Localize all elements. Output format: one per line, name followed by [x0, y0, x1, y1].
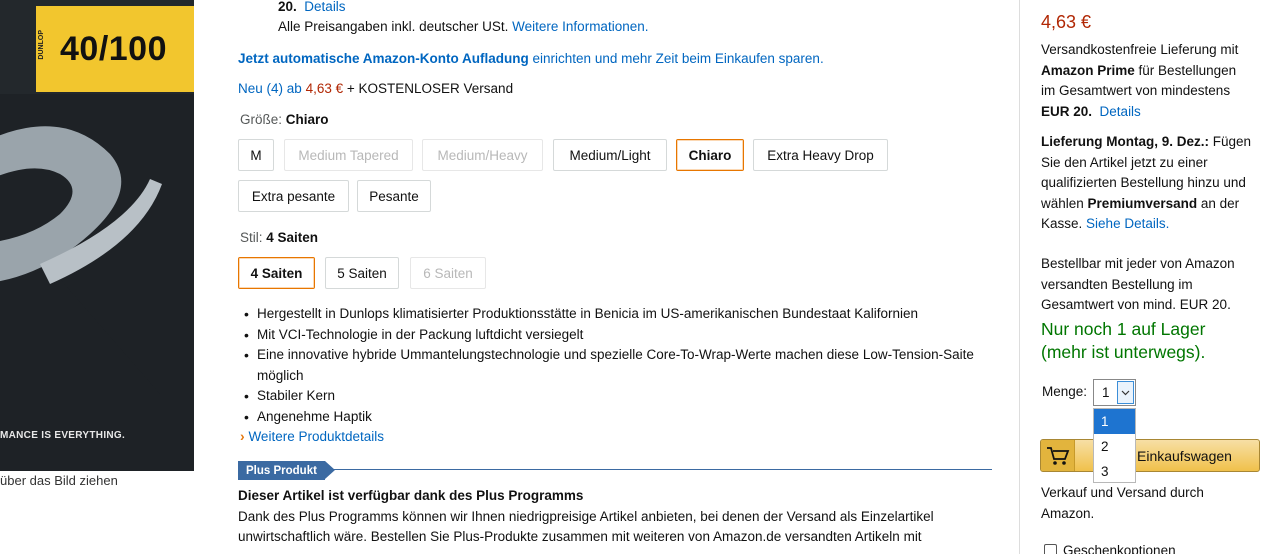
- reload-promo: Jetzt automatische Amazon-Konto Aufladun…: [238, 51, 824, 66]
- style-selected: 4 Saiten: [266, 230, 319, 245]
- delivery-line: Kasse. Siehe Details.: [1041, 216, 1170, 231]
- size-option-extra-pesante[interactable]: Extra pesante: [238, 180, 349, 212]
- size-option-medium-heavy[interactable]: Medium/Heavy: [422, 139, 543, 171]
- product-image[interactable]: DUNLOP 40/100 MANCE IS EVERYTHING.: [0, 0, 194, 471]
- chevron-down-icon[interactable]: [1117, 381, 1134, 404]
- cart-icon: [1041, 440, 1075, 471]
- shipping-info: Versandkostenfreie Lieferung mit Amazon …: [1041, 40, 1269, 122]
- quantity-option-2[interactable]: 2: [1094, 434, 1135, 459]
- gift-options-label: Geschenkoptionen: [1063, 543, 1176, 554]
- feature-bullet: Stabiler Kern: [238, 386, 998, 407]
- seller-info: Verkauf und Versand durch Amazon.: [1041, 485, 1204, 521]
- size-option-extra-heavy-drop[interactable]: Extra Heavy Drop: [753, 139, 888, 171]
- chevron-right-icon: ›: [240, 428, 245, 444]
- quantity-label: Menge:: [1042, 384, 1088, 399]
- feature-bullet: Hergestellt in Dunlops klimatisierter Pr…: [238, 304, 998, 325]
- size-option-chiaro[interactable]: Chiaro: [676, 139, 744, 171]
- delivery-details-link[interactable]: Siehe Details.: [1086, 216, 1169, 231]
- new-offers-price: 4,63 €: [305, 81, 344, 96]
- quantity-option-3[interactable]: 3: [1094, 459, 1135, 484]
- new-offers-shipping: + KOSTENLOSER Versand: [346, 81, 514, 96]
- shipping-line: im Gesamtwert von mindestens: [1041, 83, 1231, 98]
- size-option-pesante[interactable]: Pesante: [357, 180, 431, 212]
- threshold-details-link[interactable]: Details: [304, 0, 345, 14]
- shipping-details-link[interactable]: Details: [1100, 104, 1141, 119]
- size-option-medium-tapered[interactable]: Medium Tapered: [284, 139, 413, 171]
- reload-link[interactable]: Jetzt automatische Amazon-Konto Aufladun…: [238, 51, 529, 66]
- vat-line: Alle Preisangaben inkl. deutscher USt. W…: [278, 19, 648, 34]
- vat-info-link[interactable]: Weitere Informationen.: [512, 19, 648, 34]
- plus-body-line2: unwirtschaftlich wäre. Bestellen Sie Plu…: [238, 529, 922, 544]
- quantity-dropdown: 1 2 3: [1093, 408, 1136, 483]
- shipping-line: EUR 20. Details: [1041, 103, 1141, 119]
- shipping-line: Amazon Prime für Bestellungen: [1041, 62, 1237, 78]
- price-threshold-line: 20. Details: [278, 0, 346, 14]
- size-heading: Größe: Chiaro: [240, 112, 329, 127]
- style-option-6-saiten[interactable]: 6 Saiten: [410, 257, 486, 289]
- plus-divider: [330, 469, 992, 470]
- image-zoom-hint: über das Bild ziehen: [0, 473, 118, 488]
- delivery-line: wählen Premiumversand an der: [1041, 195, 1240, 211]
- new-offers-link[interactable]: Neu (4) ab: [238, 81, 302, 96]
- product-slogan: MANCE IS EVERYTHING.: [0, 430, 126, 441]
- feature-bullets: Hergestellt in Dunlops klimatisierter Pr…: [238, 304, 998, 427]
- new-offers-line: Neu (4) ab 4,63 € + KOSTENLOSER Versand: [238, 81, 513, 96]
- vat-text: Alle Preisangaben inkl. deutscher USt.: [278, 19, 509, 34]
- buybox-price: 4,63 €: [1041, 12, 1092, 32]
- plus-heading: Dieser Artikel ist verfügbar dank des Pl…: [238, 488, 584, 503]
- product-logo-shape: [0, 126, 162, 454]
- size-option-medium-light[interactable]: Medium/Light: [553, 139, 667, 171]
- size-selected: Chiaro: [285, 112, 329, 127]
- feature-bullet: Angenehme Haptik: [238, 407, 998, 428]
- availability-line: Gesamtwert von mind. EUR 20.: [1041, 297, 1231, 312]
- add-to-cart-button[interactable]: Einkaufswagen: [1040, 439, 1260, 472]
- gift-options-checkbox[interactable]: [1044, 544, 1057, 554]
- plus-badge: Plus Produkt: [238, 461, 335, 480]
- product-label-brand: DUNLOP: [38, 30, 45, 60]
- feature-bullet: Eine innovative hybride Ummantelungstech…: [238, 345, 978, 386]
- plus-body-line1: Dank des Plus Programms können wir Ihnen…: [238, 509, 934, 524]
- availability-info: Bestellbar mit jeder von Amazon versandt…: [1041, 254, 1269, 316]
- style-option-5-saiten[interactable]: 5 Saiten: [325, 257, 399, 289]
- delivery-line: Sie den Artikel jetzt zu einer: [1041, 154, 1208, 170]
- delivery-info: Lieferung Montag, 9. Dez.: Fügen Sie den…: [1041, 132, 1269, 235]
- feature-bullet: Mit VCI-Technologie in der Packung luftd…: [238, 325, 998, 346]
- size-label: Größe:: [240, 112, 283, 127]
- more-details: › Weitere Produktdetails: [240, 428, 384, 444]
- quantity-option-1[interactable]: 1: [1094, 409, 1135, 434]
- style-label: Stil:: [240, 230, 263, 245]
- add-to-cart-label: Einkaufswagen: [1137, 448, 1232, 464]
- delivery-line: Lieferung Montag, 9. Dez.: Fügen: [1041, 134, 1252, 149]
- reload-text: einrichten und mehr Zeit beim Einkaufen …: [532, 51, 824, 66]
- more-details-link[interactable]: Weitere Produktdetails: [248, 429, 384, 444]
- delivery-line: qualifizierten Bestellung hinzu und: [1041, 175, 1246, 190]
- shipping-line: Versandkostenfreie Lieferung mit: [1041, 42, 1239, 57]
- availability-line: versandten Bestellung im: [1041, 276, 1193, 292]
- quantity-select[interactable]: 1: [1093, 379, 1136, 406]
- stock-status: Nur noch 1 auf Lager (mehr ist unterwegs…: [1041, 319, 1206, 362]
- size-option-m[interactable]: M: [238, 139, 274, 171]
- availability-line: Bestellbar mit jeder von Amazon: [1041, 256, 1235, 271]
- quantity-value: 1: [1102, 385, 1110, 400]
- product-label-gauge: 40/100: [60, 30, 167, 68]
- threshold-amount: 20.: [278, 0, 297, 14]
- style-option-4-saiten[interactable]: 4 Saiten: [238, 257, 315, 289]
- style-heading: Stil: 4 Saiten: [240, 230, 318, 245]
